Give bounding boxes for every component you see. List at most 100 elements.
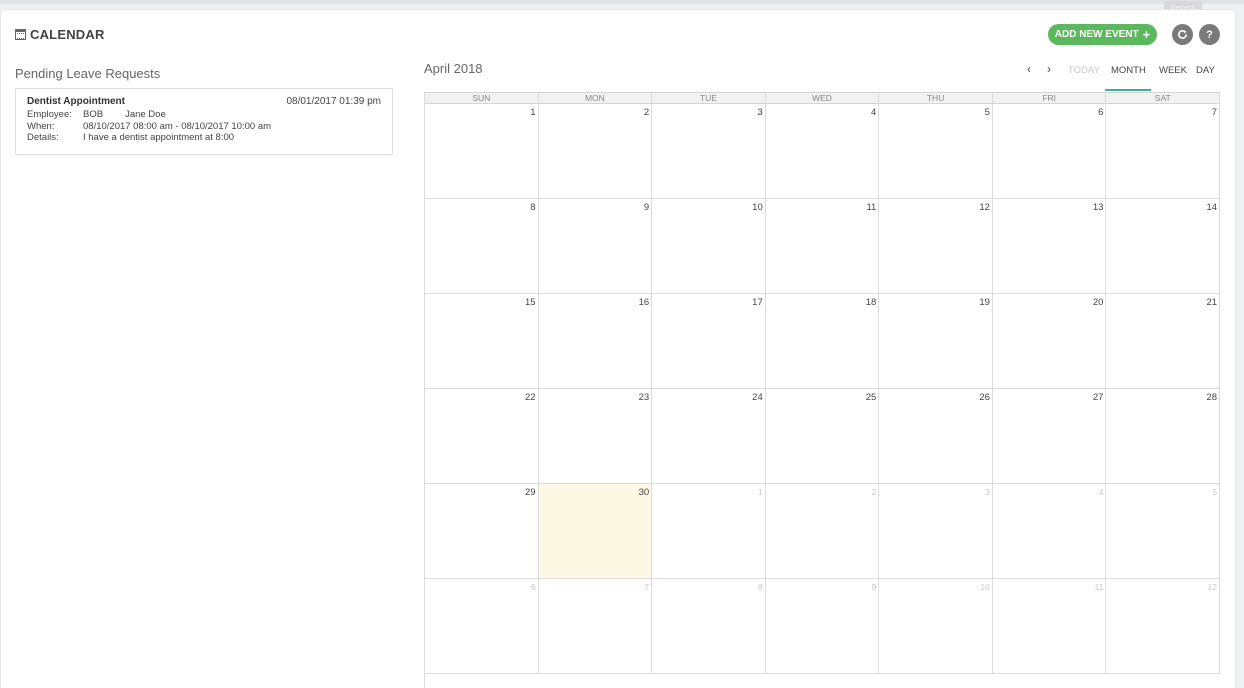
weekday-label: FRI	[993, 93, 1107, 103]
day-cell[interactable]: 25	[766, 389, 880, 483]
page-title-text: CALENDAR	[30, 27, 105, 42]
day-cell[interactable]: 21	[1106, 294, 1221, 388]
leave-request-card[interactable]: Dentist Appointment 08/01/2017 01:39 pm …	[15, 88, 393, 155]
month-view-tab[interactable]: MONTH	[1111, 65, 1146, 76]
prev-month-button[interactable]: ‹	[1027, 62, 1031, 76]
day-number: 19	[979, 297, 990, 308]
day-cell[interactable]: 7	[1106, 104, 1221, 198]
day-number: 21	[1206, 297, 1218, 308]
day-cell[interactable]: 27	[993, 389, 1107, 483]
day-cell[interactable]: 9	[539, 199, 653, 293]
day-cell[interactable]: 8	[652, 579, 766, 673]
day-cell[interactable]: 8	[425, 199, 539, 293]
day-number: 22	[525, 392, 536, 403]
employee-id: BOB	[83, 109, 104, 120]
day-number: 5	[1212, 487, 1218, 497]
weekday-label: THU	[879, 93, 993, 103]
week-row: 6 7 8 9 10 11 12	[425, 579, 1221, 674]
day-cell[interactable]: 10	[652, 199, 766, 293]
day-view-tab[interactable]: DAY	[1196, 65, 1215, 76]
week-view-tab[interactable]: WEEK	[1159, 65, 1187, 76]
day-cell[interactable]: 15	[425, 294, 539, 388]
day-number: 12	[979, 202, 990, 213]
day-number: 12	[1207, 582, 1218, 592]
day-cell[interactable]: 2	[766, 484, 880, 578]
day-cell[interactable]: 6	[425, 579, 539, 673]
weekday-label: TUE	[652, 93, 766, 103]
day-cell[interactable]: 5	[1106, 484, 1221, 578]
day-cell[interactable]: 9	[766, 579, 880, 673]
week-row: 1 2 3 4 5 6 7	[425, 104, 1221, 199]
day-cell[interactable]: 30	[538, 484, 653, 578]
weekday-label: SUN	[425, 93, 539, 103]
day-number: 16	[638, 297, 650, 308]
week-row: 29 30 1 2 3 4 5	[425, 484, 1221, 579]
day-cell[interactable]: 17	[652, 294, 766, 388]
day-cell[interactable]: 22	[425, 389, 539, 483]
day-cell[interactable]: 19	[879, 294, 993, 388]
day-cell[interactable]: 18	[766, 294, 880, 388]
next-month-button[interactable]: ›	[1047, 62, 1051, 76]
day-number: 9	[871, 582, 877, 592]
day-cell[interactable]: 7	[539, 579, 653, 673]
day-cell[interactable]: 16	[539, 294, 653, 388]
day-number: 2	[871, 487, 877, 497]
day-cell[interactable]: 5	[879, 104, 993, 198]
day-number: 29	[525, 487, 536, 498]
weekday-label: SAT	[1106, 93, 1221, 103]
request-date: 08/01/2017 01:39 pm	[286, 96, 381, 107]
day-number: 25	[865, 392, 877, 403]
day-cell[interactable]: 3	[879, 484, 993, 578]
day-cell[interactable]: 4	[766, 104, 880, 198]
add-new-event-button[interactable]: ADD NEW EVENT +	[1048, 24, 1157, 45]
day-cell[interactable]: 6	[993, 104, 1107, 198]
when-value: 08/10/2017 08:00 am - 08/10/2017 10:00 a…	[83, 120, 272, 132]
day-number: 20	[1092, 297, 1104, 308]
active-view-indicator	[1105, 89, 1151, 91]
day-number: 13	[1092, 202, 1104, 213]
help-button[interactable]: ?	[1199, 24, 1220, 45]
day-cell[interactable]: 20	[993, 294, 1107, 388]
day-number: 30	[638, 487, 650, 498]
day-number: 3	[757, 107, 763, 118]
employee-label: Employee:	[27, 109, 72, 120]
day-cell[interactable]: 11	[993, 579, 1107, 673]
day-cell[interactable]: 1	[425, 104, 539, 198]
day-cell[interactable]: 2	[539, 104, 653, 198]
day-cell[interactable]: 10	[879, 579, 993, 673]
day-cell[interactable]: 28	[1106, 389, 1221, 483]
day-number: 11	[1094, 582, 1104, 592]
weekday-header: SUN MON TUE WED THU FRI SAT	[425, 92, 1221, 104]
details-label: Details:	[27, 132, 59, 143]
day-number: 1	[758, 487, 763, 497]
day-number: 11	[866, 202, 877, 213]
pending-requests-title: Pending Leave Requests	[15, 66, 161, 81]
day-number: 6	[530, 582, 536, 592]
when-label: When:	[27, 120, 55, 132]
refresh-button[interactable]	[1172, 24, 1193, 45]
today-button[interactable]: TODAY	[1068, 65, 1100, 76]
day-cell[interactable]: 26	[879, 389, 993, 483]
day-cell[interactable]: 1	[652, 484, 766, 578]
month-title: April 2018	[424, 61, 483, 76]
day-cell[interactable]: 13	[993, 199, 1107, 293]
weekday-label: MON	[539, 93, 653, 103]
details-value: I have a dentist appointment at 8:00	[83, 132, 235, 143]
day-cell[interactable]: 4	[993, 484, 1107, 578]
day-number: 18	[865, 297, 877, 308]
day-number: 3	[985, 487, 990, 497]
request-name: Dentist Appointment	[27, 96, 125, 107]
day-cell[interactable]: 12	[879, 199, 993, 293]
day-cell[interactable]: 12	[1106, 579, 1221, 673]
day-cell[interactable]: 3	[652, 104, 766, 198]
day-number: 7	[644, 582, 650, 592]
day-number: 17	[752, 297, 763, 308]
day-cell[interactable]: 29	[425, 484, 539, 578]
day-cell[interactable]: 14	[1106, 199, 1221, 293]
day-cell[interactable]: 11	[766, 199, 880, 293]
day-number: 14	[1206, 202, 1218, 213]
week-row: 8 9 10 11 12 13 14	[425, 199, 1221, 294]
top-bar	[0, 0, 1244, 4]
day-cell[interactable]: 23	[539, 389, 653, 483]
day-cell[interactable]: 24	[652, 389, 766, 483]
